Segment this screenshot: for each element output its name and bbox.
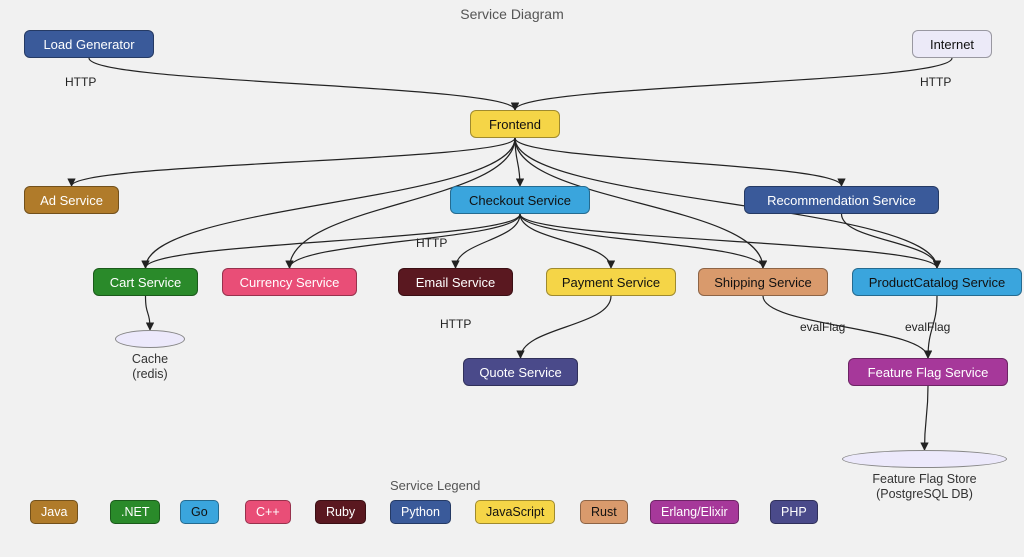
node-productcatalog-service[interactable]: ProductCatalog Service — [852, 268, 1022, 296]
legend-item-cpp: C++ — [245, 500, 291, 524]
edge-label-evalflag: evalFlag — [800, 320, 845, 334]
legend-item-php: PHP — [770, 500, 818, 524]
node-email-service[interactable]: Email Service — [398, 268, 513, 296]
node-internet[interactable]: Internet — [912, 30, 992, 58]
node-payment-service[interactable]: Payment Service — [546, 268, 676, 296]
db-label: Cache — [115, 352, 185, 367]
db-label: (redis) — [115, 367, 185, 382]
db-label: (PostgreSQL DB) — [842, 487, 1007, 502]
legend-item-go: Go — [180, 500, 219, 524]
node-currency-service[interactable]: Currency Service — [222, 268, 357, 296]
edge-label-http: HTTP — [65, 75, 96, 89]
legend-item-ruby: Ruby — [315, 500, 366, 524]
legend-item-python: Python — [390, 500, 451, 524]
diagram-canvas: Service Diagram Load Generator Internet … — [0, 0, 1024, 557]
node-recommendation-service[interactable]: Recommendation Service — [744, 186, 939, 214]
node-cart-service[interactable]: Cart Service — [93, 268, 198, 296]
legend-title: Service Legend — [390, 478, 480, 493]
node-checkout-service[interactable]: Checkout Service — [450, 186, 590, 214]
edge-label-evalflag: evalFlag — [905, 320, 950, 334]
edge-label-http: HTTP — [416, 236, 447, 250]
db-cache-redis[interactable]: Cache (redis) — [115, 338, 185, 388]
db-label: Feature Flag Store — [842, 472, 1007, 487]
node-frontend[interactable]: Frontend — [470, 110, 560, 138]
node-ad-service[interactable]: Ad Service — [24, 186, 119, 214]
legend-item-java: Java — [30, 500, 78, 524]
node-feature-flag-service[interactable]: Feature Flag Service — [848, 358, 1008, 386]
legend-item-javascript: JavaScript — [475, 500, 555, 524]
legend-item-rust: Rust — [580, 500, 628, 524]
node-load-generator[interactable]: Load Generator — [24, 30, 154, 58]
db-feature-flag-store[interactable]: Feature Flag Store (PostgreSQL DB) — [842, 458, 1007, 514]
legend-item-erlang: Erlang/Elixir — [650, 500, 739, 524]
edge-label-http: HTTP — [440, 317, 471, 331]
node-quote-service[interactable]: Quote Service — [463, 358, 578, 386]
edge-label-http: HTTP — [920, 75, 951, 89]
diagram-title: Service Diagram — [0, 6, 1024, 22]
legend-item-dotnet: .NET — [110, 500, 160, 524]
node-shipping-service[interactable]: Shipping Service — [698, 268, 828, 296]
